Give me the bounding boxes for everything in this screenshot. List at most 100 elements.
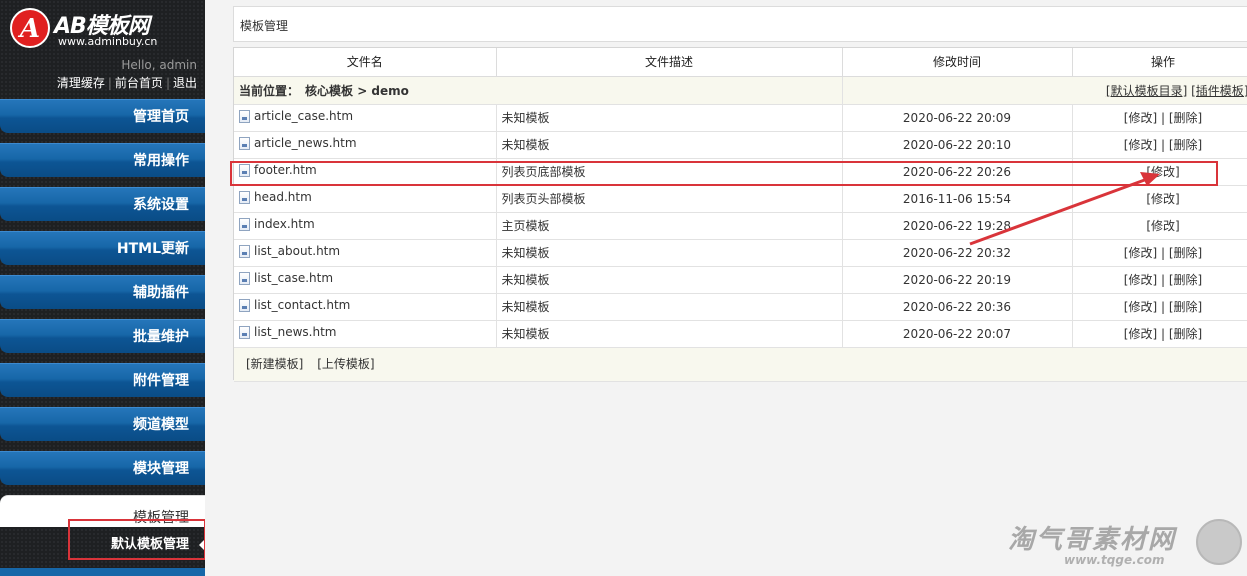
ops-separator: | — [1157, 327, 1169, 341]
table-row: index.htm 主页模板 2020-06-22 19:28 [修改] — [234, 212, 1247, 240]
page-title: 模板管理 — [240, 19, 289, 33]
link-separator: | — [165, 76, 170, 90]
edit-link[interactable]: [修改] — [1124, 138, 1157, 152]
watermark-url: www.tqge.com — [1064, 553, 1165, 567]
edit-link[interactable]: [修改] — [1146, 219, 1179, 233]
file-icon — [239, 136, 250, 150]
clear-cache-link[interactable]: 清理缓存 — [57, 76, 105, 90]
file-name: article_case.htm — [254, 109, 354, 124]
new-template-button[interactable]: [新建模板] — [246, 357, 303, 371]
cell-actions: [修改] | [删除] — [1072, 239, 1247, 267]
cell-modified: 2020-06-22 20:26 — [842, 158, 1073, 186]
file-link[interactable]: head.htm — [239, 190, 312, 204]
template-panel: 文件名 文件描述 修改时间 操作 当前位置： 核心模板 > demo [默认模板目… — [233, 47, 1247, 382]
sidebar-item-plugins[interactable]: 辅助插件 — [0, 275, 205, 309]
sidebar-item-attachments[interactable]: 附件管理 — [0, 363, 205, 397]
cell-actions: [修改] | [删除] — [1072, 104, 1247, 132]
file-link[interactable]: article_case.htm — [239, 109, 353, 123]
watermark-glasses-icon — [1196, 519, 1242, 565]
cell-modified: 2016-11-06 15:54 — [842, 185, 1073, 213]
page-titlebar: 模板管理 — [233, 6, 1247, 42]
logo[interactable]: A AB模板网 www.adminbuy.cn — [10, 6, 200, 50]
delete-link[interactable]: [删除] — [1169, 327, 1202, 341]
file-link[interactable]: article_news.htm — [239, 136, 357, 150]
file-name: list_case.htm — [254, 271, 334, 286]
ops-separator: | — [1157, 111, 1169, 125]
cell-actions: [修改] | [删除] — [1072, 131, 1247, 159]
directory-links: [默认模板目录] [插件模板] — [842, 76, 1247, 105]
frontend-home-link[interactable]: 前台首页 — [115, 76, 163, 90]
cell-filename: article_case.htm — [234, 104, 497, 132]
file-link[interactable]: list_contact.htm — [239, 298, 350, 312]
file-icon — [239, 325, 250, 339]
table-row: list_news.htm 未知模板 2020-06-22 20:07 [修改] | … — [234, 320, 1247, 348]
cell-modified: 2020-06-22 19:28 — [842, 212, 1073, 240]
logo-emblem: A — [10, 8, 50, 48]
edit-link[interactable]: [修改] — [1124, 327, 1157, 341]
edit-link[interactable]: [修改] — [1124, 300, 1157, 314]
edit-link[interactable]: [修改] — [1124, 111, 1157, 125]
ops-separator: | — [1157, 138, 1169, 152]
template-table: 文件名 文件描述 修改时间 操作 当前位置： 核心模板 > demo [默认模板目… — [234, 48, 1247, 382]
sidebar-item-channel-models[interactable]: 频道模型 — [0, 407, 205, 441]
file-icon — [239, 298, 250, 312]
sidebar-item-system-settings[interactable]: 系统设置 — [0, 187, 205, 221]
file-name: article_news.htm — [254, 136, 357, 151]
edit-link[interactable]: [修改] — [1124, 246, 1157, 260]
logout-link[interactable]: 退出 — [173, 76, 197, 90]
upload-template-button[interactable]: [上传模板] — [317, 357, 374, 371]
sidebar-item-batch[interactable]: 批量维护 — [0, 319, 205, 353]
cell-modified: 2020-06-22 20:36 — [842, 293, 1073, 321]
ops-separator: | — [1157, 273, 1169, 287]
delete-link[interactable]: [删除] — [1169, 273, 1202, 287]
file-name: index.htm — [254, 217, 315, 232]
cell-filename: footer.htm — [234, 158, 497, 186]
ops-separator: | — [1157, 300, 1169, 314]
breadcrumb: 当前位置： 核心模板 > demo — [234, 76, 843, 105]
file-name: list_contact.htm — [254, 298, 351, 313]
col-header-modified: 修改时间 — [842, 48, 1073, 77]
delete-link[interactable]: [删除] — [1169, 300, 1202, 314]
cell-modified: 2020-06-22 20:07 — [842, 320, 1073, 348]
cell-description: 未知模板 — [496, 320, 843, 348]
file-link[interactable]: index.htm — [239, 217, 315, 231]
file-link[interactable]: footer.htm — [239, 163, 317, 177]
cell-actions: [修改] | [删除] — [1072, 293, 1247, 321]
cell-filename: article_news.htm — [234, 131, 497, 159]
annotation-box-submenu — [68, 519, 206, 560]
file-link[interactable]: list_case.htm — [239, 271, 333, 285]
user-greeting: Hello, admin — [121, 58, 197, 72]
table-row: list_contact.htm 未知模板 2020-06-22 20:36 [修改]… — [234, 293, 1247, 321]
edit-link[interactable]: [修改] — [1146, 165, 1179, 179]
cell-actions: [修改] — [1072, 212, 1247, 240]
sidebar-item-modules[interactable]: 模块管理 — [0, 451, 205, 485]
cell-modified: 2020-06-22 20:19 — [842, 266, 1073, 294]
delete-link[interactable]: [删除] — [1169, 138, 1202, 152]
default-template-dir-link[interactable]: [默认模板目录] — [1106, 84, 1187, 98]
link-separator: | — [107, 76, 112, 90]
edit-link[interactable]: [修改] — [1146, 192, 1179, 206]
table-row: head.htm 列表页头部模板 2016-11-06 15:54 [修改] — [234, 185, 1247, 213]
main-content: 模板管理 文件名 文件描述 修改时间 操作 当前位置： 核心模板 > demo [… — [205, 0, 1247, 576]
delete-link[interactable]: [删除] — [1169, 246, 1202, 260]
logo-url: www.adminbuy.cn — [58, 35, 158, 48]
file-link[interactable]: list_news.htm — [239, 325, 337, 339]
file-icon — [239, 109, 250, 123]
cell-description: 列表页头部模板 — [496, 185, 843, 213]
cell-modified: 2020-06-22 20:09 — [842, 104, 1073, 132]
table-row: article_news.htm 未知模板 2020-06-22 20:10 [修改]… — [234, 131, 1247, 159]
sidebar-item-dashboard[interactable]: 管理首页 — [0, 99, 205, 133]
cell-description: 列表页底部模板 — [496, 158, 843, 186]
sidebar: A AB模板网 www.adminbuy.cn Hello, admin 清理缓… — [0, 0, 206, 576]
bottom-actions: [新建模板] [上传模板] — [234, 347, 1247, 382]
user-links: 清理缓存 | 前台首页 | 退出 — [57, 74, 197, 91]
delete-link[interactable]: [删除] — [1169, 111, 1202, 125]
table-row: footer.htm 列表页底部模板 2020-06-22 20:26 [修改] — [234, 158, 1247, 186]
cell-modified: 2020-06-22 20:10 — [842, 131, 1073, 159]
file-link[interactable]: list_about.htm — [239, 244, 340, 258]
edit-link[interactable]: [修改] — [1124, 273, 1157, 287]
sidebar-item-common-ops[interactable]: 常用操作 — [0, 143, 205, 177]
cell-description: 未知模板 — [496, 131, 843, 159]
sidebar-item-html-update[interactable]: HTML更新 — [0, 231, 205, 265]
plugin-template-link[interactable]: [插件模板] — [1191, 84, 1247, 98]
